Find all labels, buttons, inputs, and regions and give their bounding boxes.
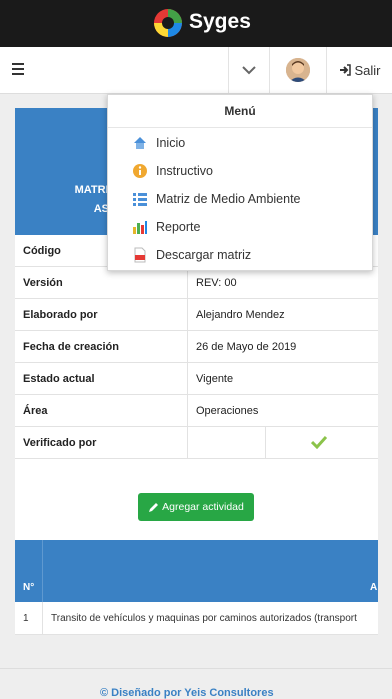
chevron-down-icon	[242, 66, 256, 75]
detail-row-estado: Estado actual Vigente	[15, 363, 378, 395]
app-title: Syges	[189, 10, 251, 33]
column-header-activity: A	[370, 582, 378, 593]
add-activity-button[interactable]: Agregar actividad	[138, 493, 254, 521]
menu-item-label: Instructivo	[156, 164, 213, 178]
add-activity-label: Agregar actividad	[162, 501, 244, 513]
footer-text: © Diseñado por Yeis Consultores	[100, 687, 274, 699]
detail-value: 26 de Mayo de 2019	[196, 341, 297, 353]
detail-key: Estado actual	[23, 373, 95, 385]
detail-key: Código	[23, 245, 61, 257]
detail-key: Fecha de creación	[23, 341, 119, 353]
detail-value: Operaciones	[196, 405, 259, 417]
activities-table-header: N° A	[15, 540, 378, 602]
sign-in-icon	[340, 64, 352, 76]
row-number: 1	[23, 613, 29, 624]
info-icon	[133, 164, 147, 178]
dropdown-menu: Menú Inicio Instructivo Matriz de Medio …	[107, 94, 373, 271]
logout-label: Salir	[354, 62, 381, 78]
menu-item-matriz[interactable]: Matriz de Medio Ambiente	[132, 189, 362, 209]
detail-row-verificado: Verificado por	[15, 427, 378, 459]
menu-item-descargar[interactable]: Descargar matriz	[132, 245, 362, 265]
checkmark-icon[interactable]	[311, 435, 327, 449]
menu-item-reporte[interactable]: Reporte	[132, 217, 362, 237]
pdf-icon	[134, 247, 146, 263]
syges-logo-icon	[154, 9, 182, 37]
avatar	[286, 58, 310, 82]
hamburger-menu-icon[interactable]	[12, 63, 24, 75]
list-icon	[133, 193, 147, 206]
user-avatar-button[interactable]	[269, 47, 326, 93]
footer: © Diseñado por Yeis Consultores	[0, 668, 392, 699]
detail-row-elaborado: Elaborado por Alejandro Mendez	[15, 299, 378, 331]
menu-item-label: Matriz de Medio Ambiente	[156, 192, 301, 206]
pencil-icon	[149, 502, 159, 512]
home-icon	[134, 137, 146, 149]
menu-item-label: Inicio	[156, 136, 186, 150]
detail-row-fecha: Fecha de creación 26 de Mayo de 2019	[15, 331, 378, 363]
detail-row-version: Versión REV: 00	[15, 267, 378, 299]
detail-value: Vigente	[196, 373, 234, 385]
detail-key: Área	[23, 405, 48, 417]
detail-key: Verificado por	[23, 437, 97, 449]
menu-item-inicio[interactable]: Inicio	[132, 133, 362, 153]
bar-chart-icon	[133, 221, 147, 234]
menu-item-label: Reporte	[156, 220, 201, 234]
menu-item-label: Descargar matriz	[156, 248, 252, 262]
row-activity: Transito de vehículos y maquinas por cam…	[51, 613, 357, 624]
detail-row-area: Área Operaciones	[15, 395, 378, 427]
top-bar: Syges	[0, 0, 392, 47]
menu-title: Menú	[108, 95, 372, 128]
detail-value: REV: 00	[196, 277, 237, 289]
table-row[interactable]: 1 Transito de vehículos y maquinas por c…	[15, 602, 378, 635]
menu-item-instructivo[interactable]: Instructivo	[132, 161, 362, 181]
logout-button[interactable]: Salir	[326, 47, 392, 93]
detail-value: Alejandro Mendez	[196, 309, 285, 321]
column-header-no: N°	[23, 582, 35, 593]
detail-key: Elaborado por	[23, 309, 98, 321]
navbar: Salir	[0, 47, 392, 94]
dropdown-toggle[interactable]	[228, 47, 269, 93]
detail-key: Versión	[23, 277, 63, 289]
